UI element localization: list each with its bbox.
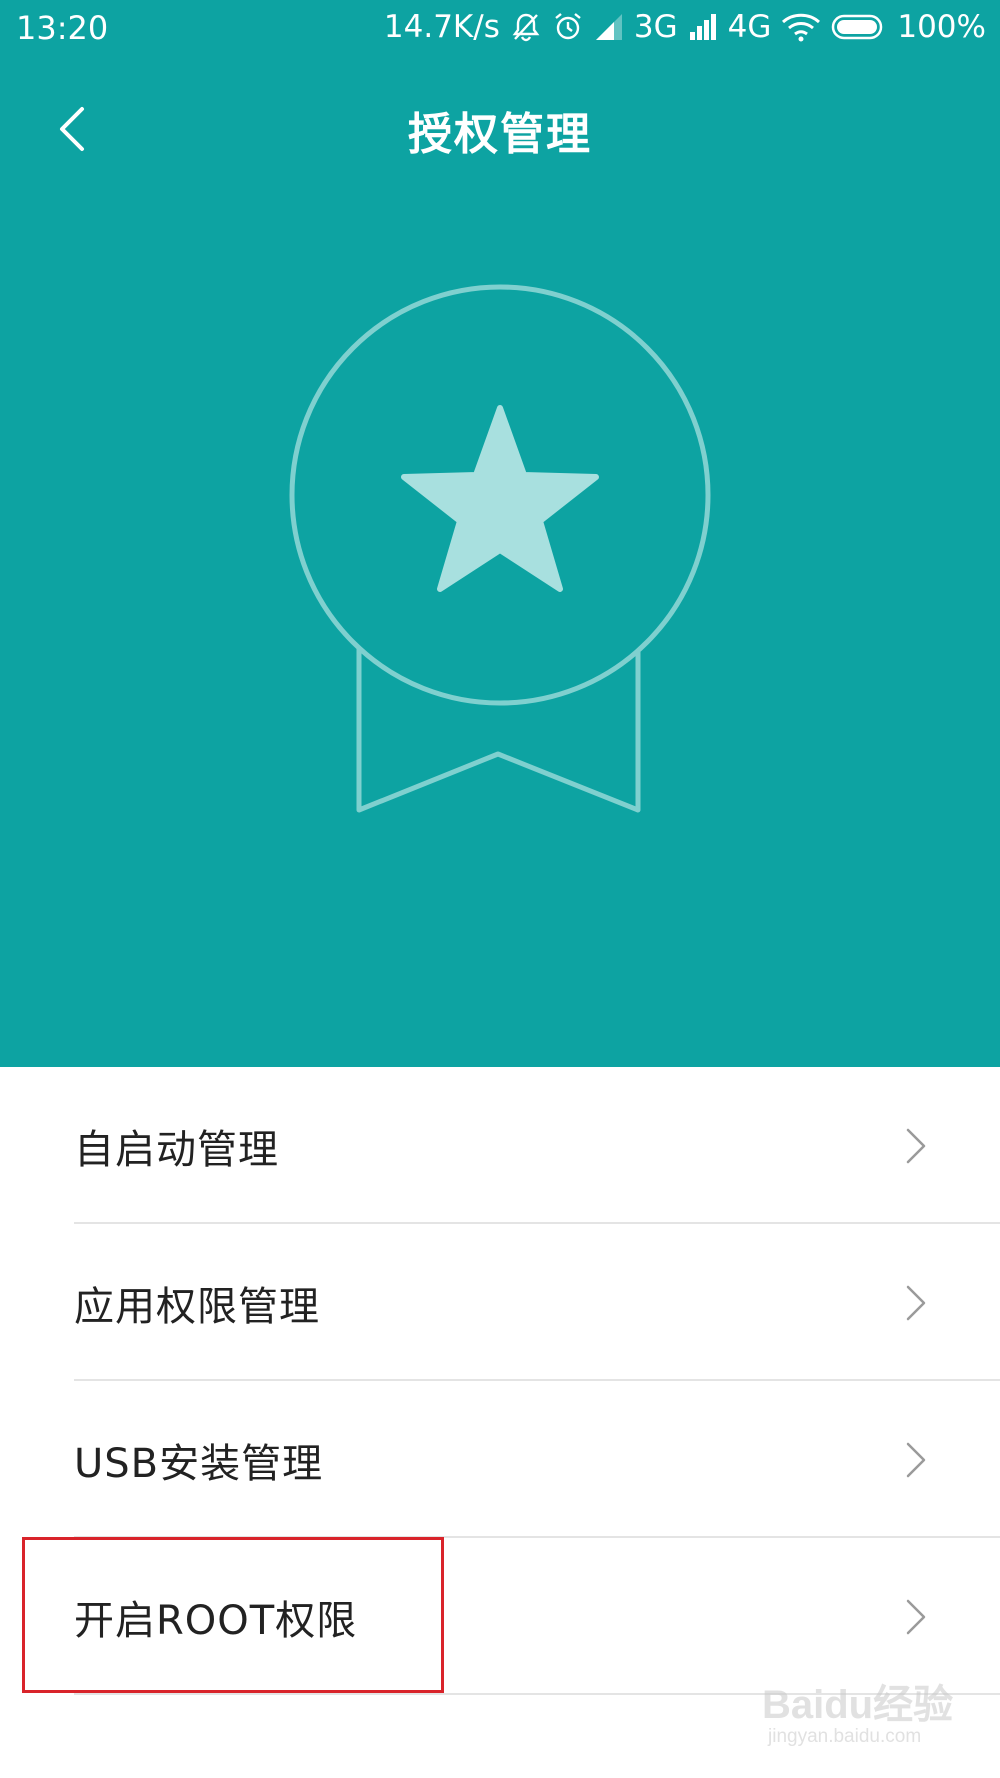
watermark-logo: Baidu经验 <box>762 1683 954 1727</box>
signal-bars-icon <box>688 12 718 42</box>
title-bar: 授权管理 <box>0 70 1000 190</box>
status-bar: 13:20 14.7K/s 3G 4G 100% <box>0 0 1000 58</box>
chevron-right-icon <box>906 1128 926 1163</box>
baidu-watermark: Baidu经验 jingyan.baidu.com <box>762 1672 982 1762</box>
alarm-clock-icon <box>552 11 584 43</box>
sim2-network-type: 4G <box>727 9 772 45</box>
header-area: 13:20 14.7K/s 3G 4G 100% 授权管理 <box>0 0 1000 1067</box>
menu-item-label: 开启ROOT权限 <box>74 1597 358 1644</box>
mute-bell-icon <box>510 11 542 43</box>
settings-menu: 自启动管理 应用权限管理 USB安装管理 开启ROOT权限 <box>0 1067 1000 1695</box>
chevron-right-icon <box>906 1285 926 1320</box>
net-speed: 14.7K/s <box>383 9 500 45</box>
menu-item-label: USB安装管理 <box>74 1440 324 1487</box>
page-title: 授权管理 <box>408 109 592 160</box>
menu-item-app-permissions[interactable]: 应用权限管理 <box>0 1224 1000 1381</box>
status-indicators: 14.7K/s 3G 4G 100% <box>384 9 986 45</box>
menu-item-label: 应用权限管理 <box>74 1283 320 1330</box>
battery-icon <box>831 13 887 41</box>
wifi-icon <box>781 12 821 42</box>
menu-item-usb-install[interactable]: USB安装管理 <box>0 1381 1000 1538</box>
battery-level: 100% <box>897 9 986 45</box>
signal-bars-icon <box>594 12 624 42</box>
screen: 13:20 14.7K/s 3G 4G 100% 授权管理 自启动管理 应用权限… <box>0 0 1000 1778</box>
menu-item-autostart[interactable]: 自启动管理 <box>0 1067 1000 1224</box>
chevron-right-icon <box>906 1599 926 1634</box>
sim1-network-type: 3G <box>633 9 678 45</box>
medal-star-icon <box>280 280 720 840</box>
status-time: 13:20 <box>16 9 109 47</box>
chevron-right-icon <box>906 1442 926 1477</box>
menu-item-label: 自启动管理 <box>74 1126 279 1173</box>
watermark-url: jingyan.baidu.com <box>768 1726 922 1747</box>
